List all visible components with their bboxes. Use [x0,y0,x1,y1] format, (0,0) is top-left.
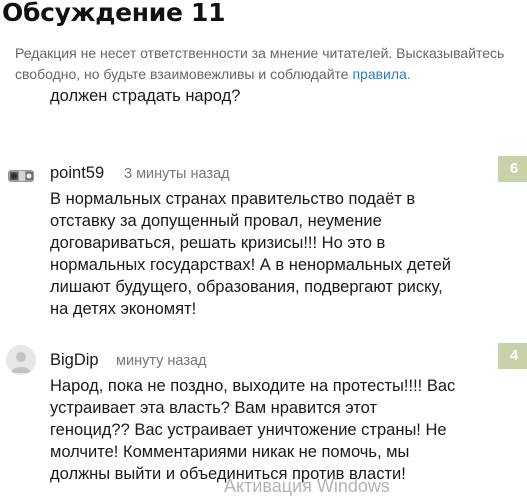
rating-badge[interactable]: 6 [498,156,527,182]
default-user-icon[interactable] [6,345,36,375]
rating-badge[interactable]: 4 [498,343,527,369]
comment-text: Народ, пока не поздно, выходите на проте… [50,377,456,483]
comment-text: В нормальных странах правительство подаё… [50,190,452,318]
disclaimer: Редакция не несет ответственности за мне… [15,43,527,85]
previous-comment-fragment: должен страдать народ? [0,85,527,129]
comment-author[interactable]: BigDip [50,351,99,370]
rules-link[interactable]: правила [352,66,406,82]
comment-author[interactable]: point59 [50,164,104,183]
comment-text: должен страдать народ? [50,87,241,105]
disclaimer-end: . [406,66,411,82]
comment-time[interactable]: 3 минуты назад [124,166,230,182]
page-title: Обсуждение 11 [2,0,226,27]
disclaimer-text: Редакция не несет ответственности за мне… [15,45,505,82]
user-photo-icon[interactable] [6,161,36,191]
windows-activation-watermark: Активация Windows [224,476,390,496]
comment-time[interactable]: минуту назад [116,353,207,369]
